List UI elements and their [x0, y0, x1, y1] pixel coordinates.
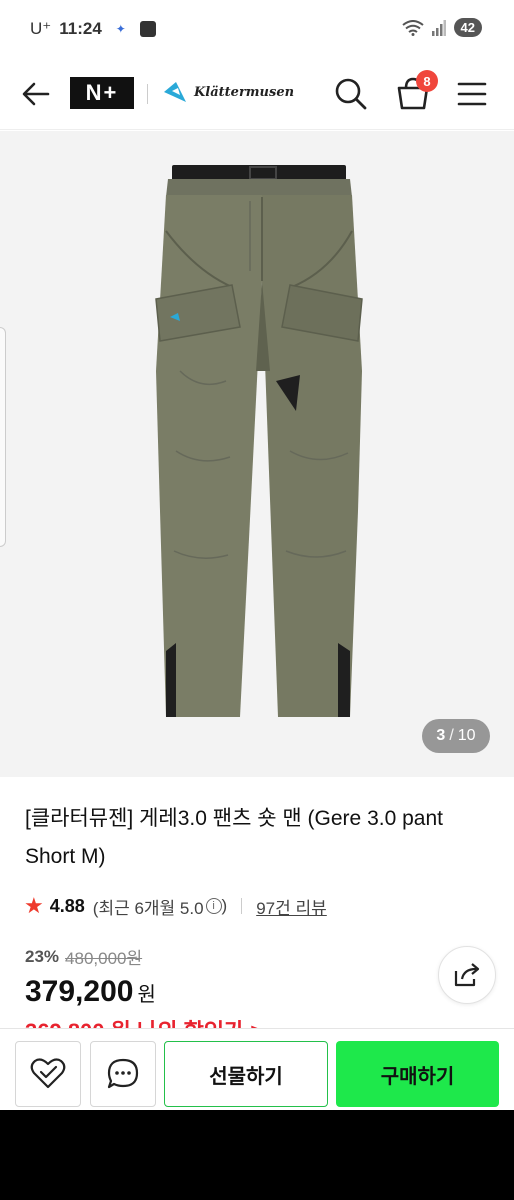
carrier-label: U⁺ [30, 19, 52, 38]
search-icon[interactable] [333, 76, 369, 112]
brand-logo[interactable]: Klättermusen [162, 80, 294, 104]
discount-row: 23% 480,000원 [25, 944, 142, 969]
discount-percent: 23% [25, 946, 60, 966]
signal-icon [431, 19, 446, 36]
rating-close: ) [221, 896, 228, 915]
app-header: N+ Klättermusen 8 [0, 58, 514, 130]
gallery-side-handle[interactable] [0, 327, 6, 547]
pager-total: 10 [457, 727, 476, 744]
gallery-pager: 3 / 10 [422, 719, 490, 753]
store-logo[interactable]: N+ [70, 77, 134, 109]
pager-current: 3 [436, 727, 446, 744]
product-image-gallery[interactable]: 3 / 10 [0, 131, 514, 777]
product-detail-screen: U⁺ 11:24 ✦ 42 N+ Klättermusen 8 3 / 10 [… [0, 0, 514, 1110]
wifi-icon [401, 19, 424, 36]
original-price: 480,000원 [65, 949, 143, 968]
buy-button[interactable]: 구매하기 [336, 1041, 499, 1107]
brand-bird-icon [164, 82, 186, 102]
my-discount-price-link[interactable]: 369,800 원 나의 할인가 > [25, 1014, 263, 1028]
header-divider [147, 84, 148, 104]
product-image [155, 165, 363, 717]
hamburger-menu-icon[interactable] [456, 80, 488, 108]
rating-divider [241, 898, 243, 914]
rating-row: ★ 4.88 (최근 6개월 5.0 i ) 97건 리뷰 [24, 893, 327, 919]
bottom-action-bar: 선물하기 구매하기 [0, 1028, 514, 1110]
chat-bubble-icon [107, 1058, 139, 1089]
chat-button[interactable] [90, 1041, 156, 1107]
currency-unit: 원 [137, 984, 156, 1006]
status-icons: 42 [401, 18, 482, 37]
price-row: 379,200 원 [25, 975, 156, 1009]
wishlist-button[interactable] [15, 1041, 81, 1107]
info-icon[interactable]: i [205, 898, 222, 914]
sale-price: 379,200 [25, 975, 134, 1008]
share-icon [454, 963, 480, 987]
heart-check-icon [30, 1058, 66, 1089]
notification-icon [139, 21, 156, 37]
review-count-link[interactable]: 97건 리뷰 [256, 894, 327, 919]
rating-score: 4.88 [49, 895, 85, 916]
pager-separator: / [449, 727, 454, 744]
back-arrow-icon[interactable] [20, 78, 52, 110]
battery-level: 42 [453, 18, 482, 37]
cart-count-badge: 8 [416, 70, 438, 92]
product-title: [클라터뮤젠] 게레3.0 팬츠 숏 맨 (Gere 3.0 pant Shor… [25, 807, 443, 868]
rating-recent: (최근 6개월 5.0 [92, 898, 204, 918]
status-bar: U⁺ 11:24 ✦ 42 [0, 0, 514, 58]
star-icon: ★ [24, 893, 44, 918]
share-button[interactable] [438, 946, 496, 1004]
notification-dot-icon: ✦ [115, 22, 126, 36]
gift-button[interactable]: 선물하기 [164, 1041, 328, 1107]
brand-name: Klättermusen [194, 84, 295, 100]
clock: 11:24 [59, 19, 102, 38]
